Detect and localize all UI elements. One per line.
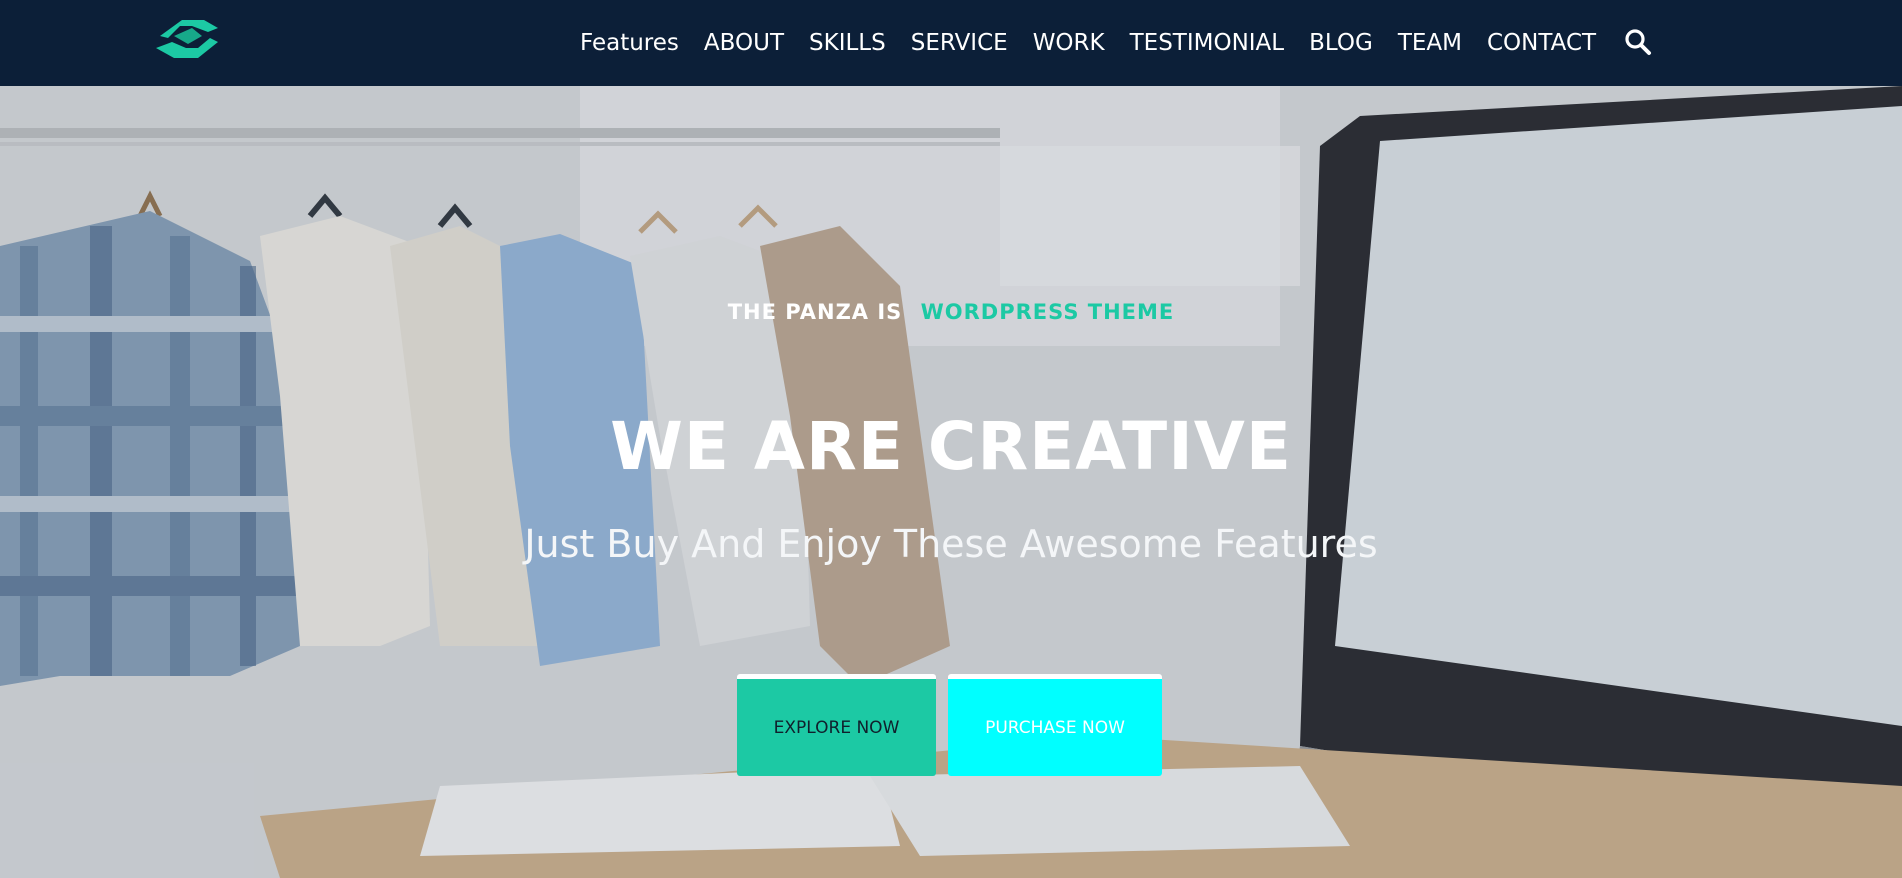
nav-item-service[interactable]: SERVICE [911, 30, 1008, 56]
nav-item-features[interactable]: Features [580, 30, 679, 56]
panza-logo-icon[interactable] [152, 14, 224, 64]
hero-title: WE ARE CREATIVE [610, 408, 1292, 485]
hero-tagline: THE PANZA IS WORDPRESS THEME [0, 300, 1902, 324]
top-navbar: Features ABOUT SKILLS SERVICE WORK TESTI… [0, 0, 1902, 86]
nav-item-about[interactable]: ABOUT [704, 30, 784, 56]
nav-item-contact[interactable]: CONTACT [1487, 30, 1596, 56]
main-nav: Features ABOUT SKILLS SERVICE WORK TESTI… [580, 0, 1596, 86]
nav-item-work[interactable]: WORK [1033, 30, 1105, 56]
nav-item-testimonial[interactable]: TESTIMONIAL [1130, 30, 1285, 56]
tagline-highlight: WORDPRESS THEME [920, 300, 1175, 324]
nav-item-skills[interactable]: SKILLS [809, 30, 886, 56]
search-icon[interactable] [1624, 28, 1652, 56]
purchase-now-button[interactable]: PURCHASE NOW [948, 674, 1162, 776]
purchase-now-label: PURCHASE NOW [985, 717, 1125, 738]
hero-section: THE PANZA IS WORDPRESS THEME WE ARE CREA… [0, 86, 1902, 878]
tagline-prefix: THE PANZA IS [727, 300, 903, 324]
explore-now-label: EXPLORE NOW [773, 717, 900, 738]
nav-item-team[interactable]: TEAM [1398, 30, 1462, 56]
hero-subtitle: Just Buy And Enjoy These Awesome Feature… [524, 522, 1378, 566]
explore-now-button[interactable]: EXPLORE NOW [737, 674, 936, 776]
nav-item-blog[interactable]: BLOG [1309, 30, 1373, 56]
